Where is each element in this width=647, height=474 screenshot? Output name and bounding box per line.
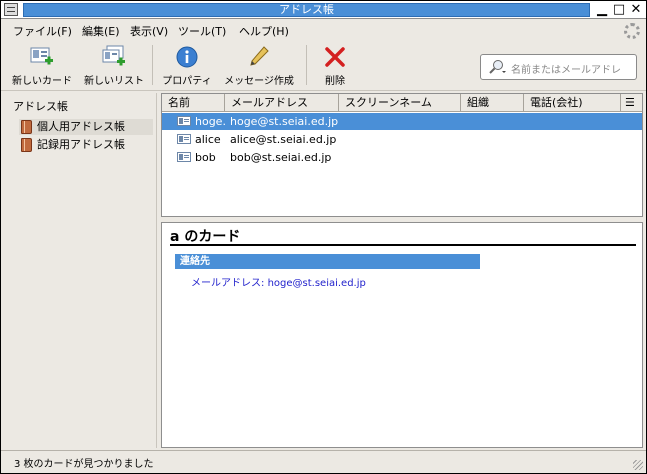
new-list-icon [102,45,125,66]
card-email-link[interactable]: hoge@st.seiai.ed.jp [268,278,366,289]
new-list-button[interactable]: 新しいリスト [81,45,147,87]
menu-tools[interactable]: ツール(T) [178,23,226,39]
row-name: bob [195,151,216,164]
row-name: alice [195,133,221,146]
row-email: hoge@st.seiai.ed.jp [230,115,339,128]
card-list: 名前 メールアドレス スクリーンネーム 組織 電話(会社) ☰ hoge... … [161,93,643,217]
new-card-button[interactable]: 新しいカード [9,45,75,87]
new-list-label: 新しいリスト [84,76,144,87]
delete-icon [325,47,345,67]
menu-bar: ファイル(F) 編集(E) 表示(V) ツール(T) ヘルプ(H) [1,20,646,41]
sidebar-item-personal[interactable]: 個人用アドレス帳 [19,119,153,135]
window-menu-icon[interactable] [4,3,18,16]
compose-button[interactable]: メッセージ作成 [221,45,297,87]
title-bar-strip: アドレス帳 [23,3,590,17]
contact-card-icon [177,152,191,162]
menu-view[interactable]: 表示(V) [130,23,168,39]
info-icon [176,46,198,68]
table-row[interactable]: hoge... hoge@st.seiai.ed.jp [162,113,642,130]
toolbar-separator [306,45,307,85]
column-organization[interactable]: 組織 [461,94,524,111]
status-text: 3 枚のカードが見つかりました [14,459,154,470]
column-work-phone[interactable]: 電話(会社) [524,94,621,111]
minimize-icon[interactable]: ▁ [594,2,610,18]
column-name[interactable]: 名前 [162,94,225,111]
delete-button[interactable]: 削除 [317,45,353,87]
delete-label: 削除 [325,76,345,87]
card-title: a のカード [170,229,241,245]
sidebar-item-label: 記録用アドレス帳 [37,138,125,151]
address-book-icon [21,120,32,134]
search-icon [489,60,506,74]
list-header: 名前 メールアドレス スクリーンネーム 組織 電話(会社) ☰ [162,94,642,112]
column-screen-name[interactable]: スクリーンネーム [339,94,461,111]
table-row[interactable]: alice alice@st.seiai.ed.jp [162,131,642,148]
menu-file[interactable]: ファイル(F) [13,23,72,39]
contact-card-icon [177,134,191,144]
toolbar: 新しいカード 新しいリスト プロパティ メッセージ作成 削除 名前またはメールア… [1,41,646,91]
column-picker-icon[interactable]: ☰ [621,94,642,111]
column-email[interactable]: メールアドレス [225,94,339,111]
address-book-sidebar: アドレス帳 個人用アドレス帳 記録用アドレス帳 [5,93,156,448]
compose-label: メッセージ作成 [224,76,294,87]
search-placeholder: 名前またはメールアドレ [511,65,621,76]
properties-label: プロパティ [162,76,212,87]
contact-card-icon [177,116,191,126]
sidebar-header: アドレス帳 [13,100,68,113]
card-view-pane: a のカード 連絡先 メールアドレス: hoge@st.seiai.ed.jp [161,222,643,448]
maximize-icon[interactable]: □ [611,2,627,18]
sidebar-item-label: 個人用アドレス帳 [37,120,125,133]
activity-throbber-icon [624,23,640,39]
search-input[interactable]: 名前またはメールアドレ [480,54,637,80]
new-card-icon [30,47,53,65]
title-bar[interactable]: アドレス帳 ▁ □ ✕ [1,1,646,19]
card-email-field: メールアドレス: hoge@st.seiai.ed.jp [191,274,366,289]
status-bar: 3 枚のカードが見つかりました [1,450,646,473]
menu-edit[interactable]: 編集(E) [82,23,120,39]
sidebar-item-collected[interactable]: 記録用アドレス帳 [19,137,153,153]
contact-section-header: 連絡先 [175,254,480,269]
new-card-label: 新しいカード [12,76,72,87]
pencil-icon [250,46,269,66]
table-row[interactable]: bob bob@st.seiai.ed.jp [162,149,642,166]
address-book-icon [21,138,32,152]
menu-help[interactable]: ヘルプ(H) [239,23,289,39]
card-email-label: メールアドレス: [191,278,265,289]
row-email: alice@st.seiai.ed.jp [230,133,337,146]
properties-button[interactable]: プロパティ [159,45,215,87]
close-icon[interactable]: ✕ [628,2,644,18]
window-title: アドレス帳 [279,3,334,16]
address-book-window: アドレス帳 ▁ □ ✕ ファイル(F) 編集(E) 表示(V) ツール(T) ヘ… [0,0,647,474]
toolbar-separator [152,45,153,85]
resize-grip-icon[interactable] [633,460,643,470]
row-email: bob@st.seiai.ed.jp [230,151,332,164]
card-title-rule [170,244,636,246]
row-name: hoge... [195,115,225,128]
